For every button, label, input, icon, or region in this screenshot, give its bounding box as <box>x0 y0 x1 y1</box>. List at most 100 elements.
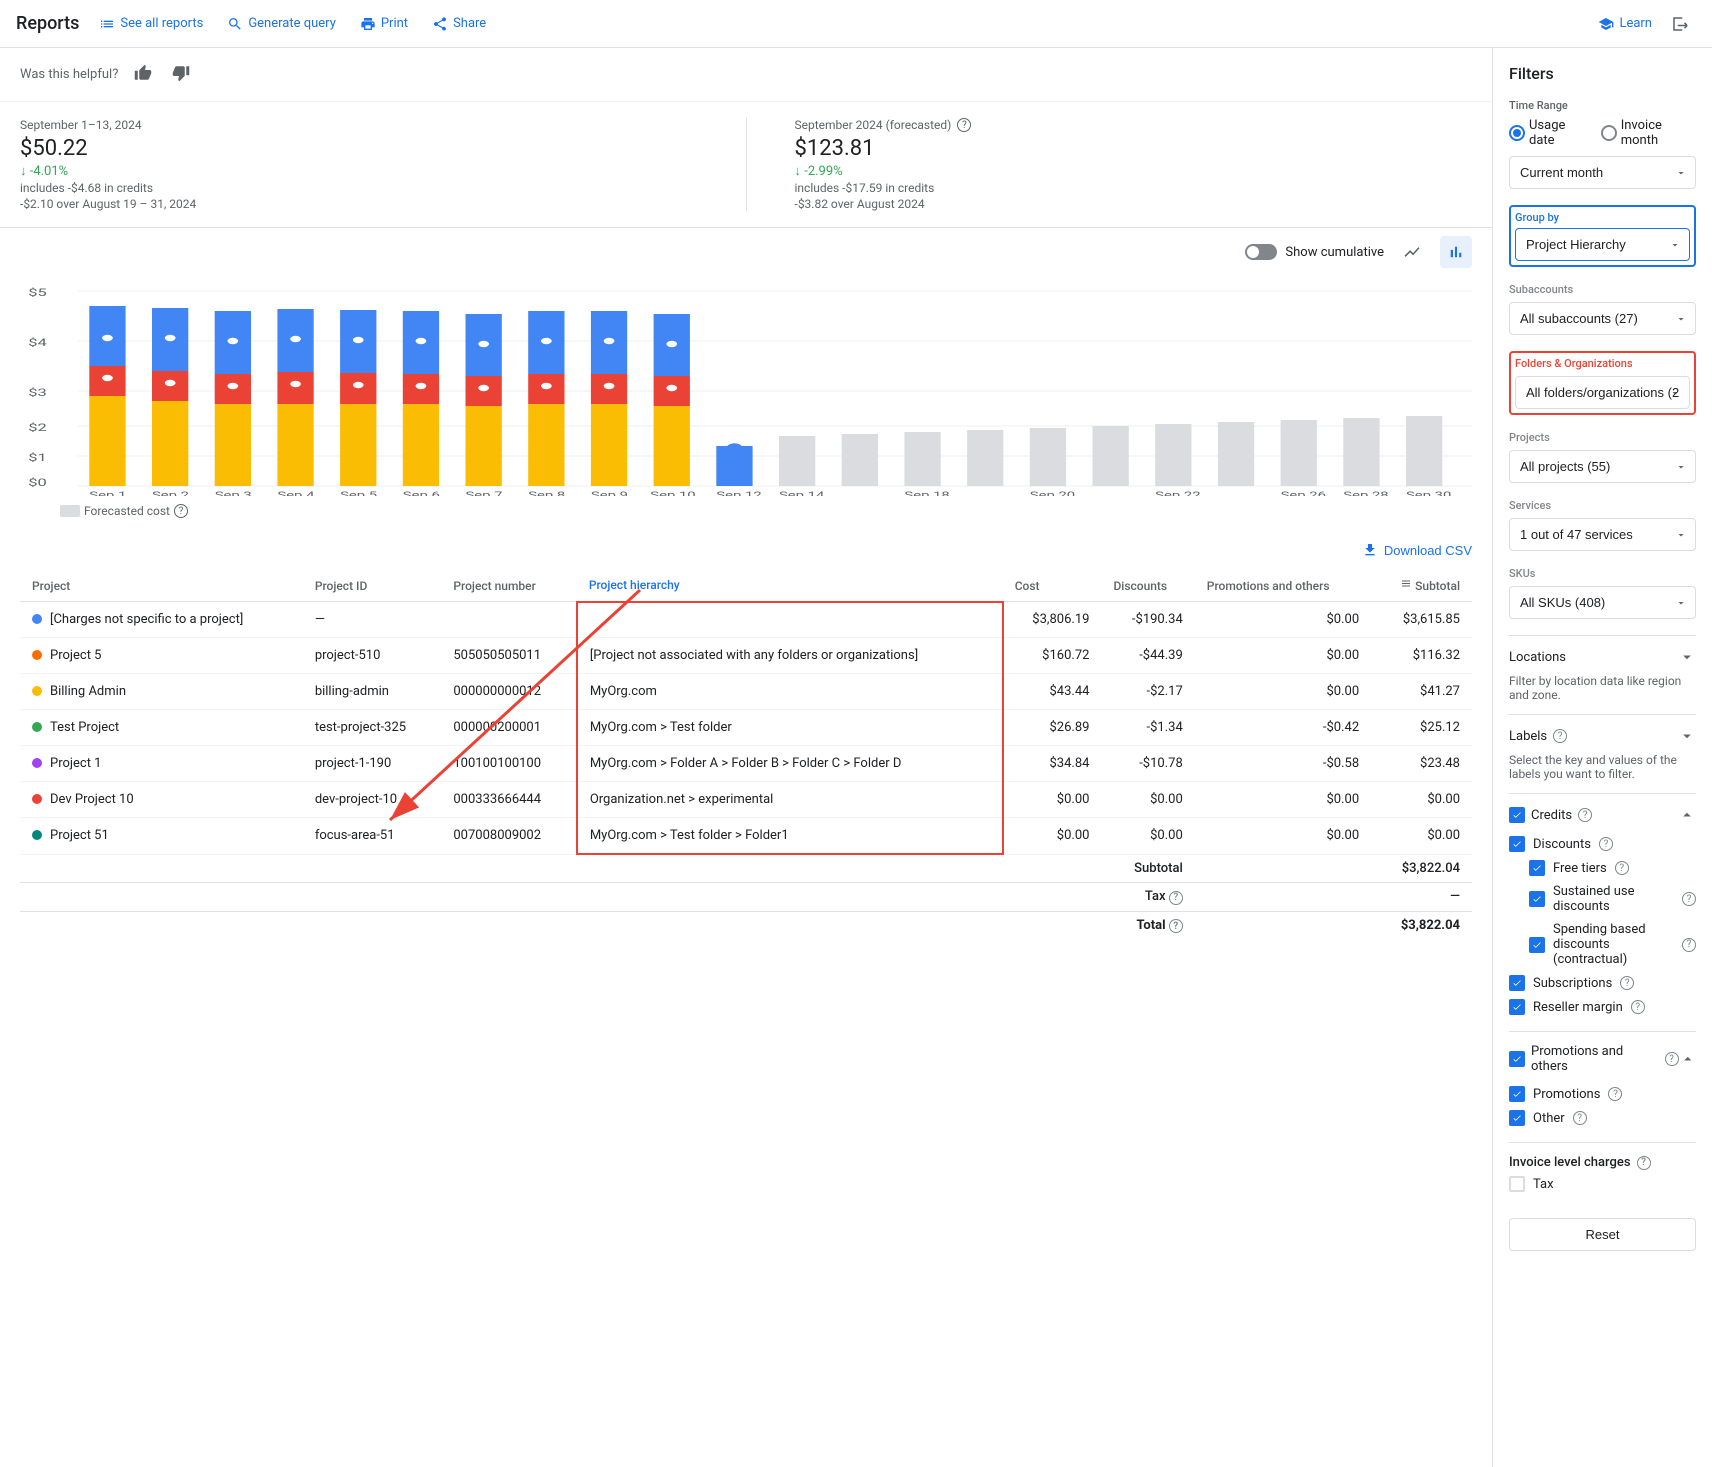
col-discounts: Discounts <box>1101 570 1194 602</box>
other-help-icon[interactable]: ? <box>1573 1111 1587 1125</box>
filters-title: Filters <box>1509 64 1696 83</box>
forecasted-info-icon[interactable]: ? <box>174 504 188 518</box>
subscriptions-checkbox[interactable] <box>1509 975 1525 991</box>
spending-based-item[interactable]: Spending based discounts (contractual) ? <box>1509 918 1696 971</box>
project-name-cell: Test Project <box>32 720 291 735</box>
other-checkbox[interactable] <box>1509 1110 1525 1126</box>
subaccounts-section: Subaccounts All subaccounts (27) <box>1509 283 1696 335</box>
free-tiers-checkbox[interactable] <box>1529 860 1545 876</box>
usage-date-radio[interactable]: Usage date <box>1509 118 1589 148</box>
reseller-margin-check-icon <box>1512 1002 1522 1012</box>
promotions-checkbox[interactable] <box>1509 1051 1525 1067</box>
labels-help-icon[interactable]: ? <box>1553 729 1567 743</box>
learn-icon <box>1598 16 1614 32</box>
promotions-only-item[interactable]: Promotions ? <box>1509 1082 1696 1106</box>
table-row: Billing Adminbilling-admin000000000012My… <box>20 674 1472 710</box>
free-tiers-help-icon[interactable]: ? <box>1615 861 1629 875</box>
line-chart-button[interactable] <box>1396 236 1428 268</box>
discounts-help-icon[interactable]: ? <box>1599 837 1613 851</box>
forecast-info-icon[interactable]: ? <box>957 118 971 132</box>
toggle-icon <box>1245 244 1277 260</box>
project-dot <box>32 722 42 732</box>
svg-text:$0: $0 <box>28 477 47 489</box>
credits-section: Credits ? Discounts ? <box>1509 793 1696 1031</box>
see-all-reports-link[interactable]: See all reports <box>87 8 215 40</box>
svg-text:$2: $2 <box>28 422 47 434</box>
projects-select[interactable]: All projects (55) <box>1509 450 1696 483</box>
tax-help-icon[interactable]: ? <box>1169 891 1183 905</box>
free-tiers-item[interactable]: Free tiers ? <box>1509 856 1696 880</box>
table-row: Project 1project-1-190100100100100MyOrg.… <box>20 746 1472 782</box>
svg-text:$5: $5 <box>28 287 47 299</box>
credits-header[interactable]: Credits ? <box>1509 806 1696 824</box>
reset-button[interactable]: Reset <box>1509 1218 1696 1251</box>
spending-based-checkbox[interactable] <box>1529 937 1545 953</box>
summary-card-actual: September 1–13, 2024 $50.22 ↓ -4.01% inc… <box>20 118 698 211</box>
period-select[interactable]: Current month <box>1509 156 1696 189</box>
sustained-use-help-icon[interactable]: ? <box>1682 892 1696 906</box>
print-link[interactable]: Print <box>348 8 420 40</box>
subaccounts-select[interactable]: All subaccounts (27) <box>1509 302 1696 335</box>
sustained-use-check-icon <box>1532 894 1542 904</box>
promotions-header[interactable]: Promotions and others ? <box>1509 1044 1696 1074</box>
sustained-use-checkbox[interactable] <box>1529 891 1545 907</box>
summary-period-actual: September 1–13, 2024 <box>20 118 698 132</box>
labels-header[interactable]: Labels ? <box>1509 727 1696 745</box>
svg-text:Sep 9: Sep 9 <box>591 490 628 496</box>
other-item[interactable]: Other ? <box>1509 1106 1696 1130</box>
services-select[interactable]: 1 out of 47 services <box>1509 518 1696 551</box>
share-link[interactable]: Share <box>420 8 498 40</box>
credits-help-icon[interactable]: ? <box>1578 808 1592 822</box>
total-help-icon[interactable]: ? <box>1169 919 1183 933</box>
show-cumulative-toggle[interactable]: Show cumulative <box>1245 244 1384 260</box>
skus-select[interactable]: All SKUs (408) <box>1509 586 1696 619</box>
svg-text:Sep 8: Sep 8 <box>528 490 565 496</box>
reseller-margin-item[interactable]: Reseller margin ? <box>1509 995 1696 1019</box>
tax-invoice-item[interactable]: Tax <box>1509 1170 1696 1198</box>
reseller-margin-help-icon[interactable]: ? <box>1631 1000 1645 1014</box>
svg-text:Sep 20: Sep 20 <box>1030 490 1075 496</box>
page-title: Reports <box>16 13 79 34</box>
thumbs-down-button[interactable] <box>168 60 194 89</box>
download-csv-button[interactable]: Download CSV <box>1362 542 1472 558</box>
svg-text:Sep 2: Sep 2 <box>152 490 189 496</box>
promotions-help-icon[interactable]: ? <box>1665 1052 1679 1066</box>
thumbs-down-icon <box>172 64 190 82</box>
bar-chart-button[interactable] <box>1440 236 1472 268</box>
project-dot <box>32 686 42 696</box>
reseller-margin-checkbox[interactable] <box>1509 999 1525 1015</box>
discounts-item[interactable]: Discounts ? <box>1509 832 1696 856</box>
project-name-cell: Dev Project 10 <box>32 792 291 807</box>
promotions-section: Promotions and others ? Promotions ? <box>1509 1031 1696 1142</box>
group-by-select[interactable]: Project Hierarchy <box>1515 228 1690 261</box>
collapse-sidebar-button[interactable] <box>1664 8 1696 40</box>
invoice-charges-help-icon[interactable]: ? <box>1637 1156 1651 1170</box>
forecasted-swatch <box>60 505 80 517</box>
promotions-only-help-icon[interactable]: ? <box>1608 1087 1622 1101</box>
summary-note-forecast: includes -$17.59 in credits <box>795 181 1473 195</box>
subscriptions-item[interactable]: Subscriptions ? <box>1509 971 1696 995</box>
col-promotions: Promotions and others <box>1195 570 1371 602</box>
subscriptions-help-icon[interactable]: ? <box>1620 976 1634 990</box>
credits-checkbox[interactable] <box>1509 807 1525 823</box>
spending-based-check-icon <box>1532 940 1542 950</box>
promotions-only-checkbox[interactable] <box>1509 1086 1525 1102</box>
learn-button[interactable]: Learn <box>1586 8 1664 40</box>
spending-based-help-icon[interactable]: ? <box>1682 938 1696 952</box>
thumbs-up-button[interactable] <box>130 60 156 89</box>
svg-text:Sep 3: Sep 3 <box>215 490 252 496</box>
invoice-month-radio[interactable]: Invoice month <box>1601 118 1696 148</box>
sustained-use-item[interactable]: Sustained use discounts ? <box>1509 880 1696 918</box>
line-chart-icon <box>1403 243 1421 261</box>
folders-orgs-select[interactable]: All folders/organizations (28) <box>1515 376 1690 409</box>
svg-text:$1: $1 <box>28 452 47 464</box>
promotions-chevron-icon <box>1679 1050 1697 1068</box>
tax-invoice-checkbox[interactable] <box>1509 1176 1525 1192</box>
project-dot <box>32 650 42 660</box>
generate-query-link[interactable]: Generate query <box>215 8 348 40</box>
usage-date-radio-circle <box>1509 125 1525 141</box>
discounts-checkbox[interactable] <box>1509 836 1525 852</box>
locations-header[interactable]: Locations <box>1509 648 1696 666</box>
project-name-cell: Project 1 <box>32 756 291 771</box>
summary-amount-actual: $50.22 <box>20 136 698 161</box>
